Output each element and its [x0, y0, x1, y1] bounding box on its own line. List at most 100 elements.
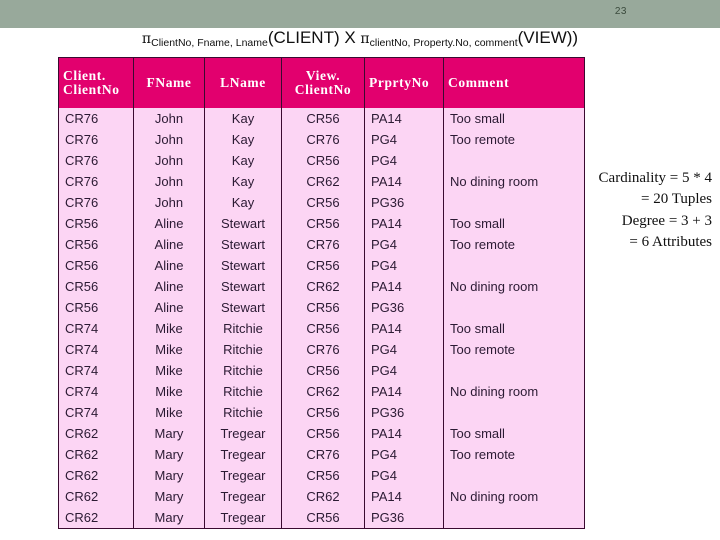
cell-lname: Stewart — [204, 276, 282, 297]
cell-prprtyno: PA14 — [364, 171, 444, 192]
view-relation-label: (VIEW)) — [517, 28, 579, 47]
cell-prprtyno: PA14 — [364, 486, 444, 507]
cell-client-clientno: CR62 — [58, 444, 134, 465]
slide-number: 23 — [614, 6, 627, 17]
cell-prprtyno: PG4 — [364, 465, 444, 486]
cell-fname: Mike — [133, 318, 205, 339]
cell-view-clientno: CR56 — [281, 192, 365, 213]
cell-lname: Stewart — [204, 213, 282, 234]
cell-fname: Aline — [133, 234, 205, 255]
cell-view-clientno: CR56 — [281, 423, 365, 444]
cell-prprtyno: PG4 — [364, 360, 444, 381]
cell-prprtyno: PG4 — [364, 339, 444, 360]
cell-client-clientno: CR74 — [58, 360, 134, 381]
cell-lname: Tregear — [204, 444, 282, 465]
cell-lname: Ritchie — [204, 318, 282, 339]
cell-comment: Too small — [443, 318, 585, 339]
cell-comment: Too small — [443, 108, 585, 129]
cell-comment: Too remote — [443, 339, 585, 360]
cell-view-clientno: CR62 — [281, 171, 365, 192]
table-row: CR56 Aline Stewart CR62 PA14 No dining room — [58, 276, 585, 297]
cell-prprtyno: PG36 — [364, 192, 444, 213]
cell-fname: John — [133, 150, 205, 171]
client-relation-label: (CLIENT) X — [267, 28, 361, 47]
cell-fname: Mary — [133, 486, 205, 507]
cell-client-clientno: CR74 — [58, 318, 134, 339]
cell-view-clientno: CR56 — [281, 150, 365, 171]
cell-lname: Tregear — [204, 465, 282, 486]
cell-lname: Kay — [204, 150, 282, 171]
cell-client-clientno: CR76 — [58, 171, 134, 192]
cell-lname: Ritchie — [204, 339, 282, 360]
cell-view-clientno: CR76 — [281, 444, 365, 465]
cartesian-product-result-table: Client. ClientNo FName LName View. Clien… — [58, 57, 585, 529]
cell-prprtyno: PG4 — [364, 150, 444, 171]
cell-prprtyno: PG36 — [364, 507, 444, 529]
cell-fname: Mike — [133, 339, 205, 360]
table-row: CR74 Mike Ritchie CR56 PA14 Too small — [58, 318, 585, 339]
cell-lname: Ritchie — [204, 402, 282, 423]
cell-client-clientno: CR62 — [58, 507, 134, 529]
column-header-fname: FName — [133, 57, 205, 108]
cell-fname: John — [133, 192, 205, 213]
cell-prprtyno: PG4 — [364, 129, 444, 150]
cell-client-clientno: CR56 — [58, 213, 134, 234]
cell-fname: John — [133, 108, 205, 129]
cell-comment — [443, 465, 585, 486]
cell-client-clientno: CR56 — [58, 276, 134, 297]
cell-prprtyno: PA14 — [364, 318, 444, 339]
table-row: CR76 John Kay CR76 PG4 Too remote — [58, 129, 585, 150]
cell-view-clientno: CR76 — [281, 129, 365, 150]
cell-prprtyno: PA14 — [364, 381, 444, 402]
cell-client-clientno: CR62 — [58, 423, 134, 444]
pi-symbol-left: π — [141, 31, 152, 47]
cell-comment — [443, 360, 585, 381]
cell-client-clientno: CR76 — [58, 192, 134, 213]
table-header: Client. ClientNo FName LName View. Clien… — [58, 57, 585, 108]
header-line-view-prefix: View. — [305, 67, 341, 83]
cardinality-degree-annotation: Cardinality = 5 * 4 = 20 Tuples Degree =… — [512, 168, 712, 253]
table-row: CR56 Aline Stewart CR56 PG36 — [58, 297, 585, 318]
cell-fname: John — [133, 129, 205, 150]
table-row: CR62 Mary Tregear CR76 PG4 Too remote — [58, 444, 585, 465]
cell-view-clientno: CR76 — [281, 234, 365, 255]
cell-lname: Ritchie — [204, 360, 282, 381]
cell-lname: Kay — [204, 171, 282, 192]
cell-prprtyno: PG4 — [364, 255, 444, 276]
cell-prprtyno: PG36 — [364, 402, 444, 423]
cell-lname: Stewart — [204, 255, 282, 276]
cell-prprtyno: PG36 — [364, 297, 444, 318]
cell-lname: Stewart — [204, 234, 282, 255]
cell-view-clientno: CR56 — [281, 465, 365, 486]
cell-lname: Stewart — [204, 297, 282, 318]
column-header-lname: LName — [204, 57, 282, 108]
header-line-view-field: ClientNo — [294, 82, 352, 97]
cell-prprtyno: PA14 — [364, 423, 444, 444]
cell-comment — [443, 297, 585, 318]
pi-symbol-right: π — [360, 31, 370, 47]
column-header-view-clientno: View. ClientNo — [281, 57, 365, 108]
cell-lname: Kay — [204, 192, 282, 213]
table-row: CR74 Mike Ritchie CR56 PG36 — [58, 402, 585, 423]
cell-lname: Kay — [204, 129, 282, 150]
cell-fname: Aline — [133, 255, 205, 276]
table-row: CR76 John Kay CR56 PG36 — [58, 192, 585, 213]
cell-fname: Aline — [133, 276, 205, 297]
cell-fname: Mike — [133, 402, 205, 423]
cell-comment: Too remote — [443, 444, 585, 465]
cell-prprtyno: PA14 — [364, 276, 444, 297]
cell-lname: Ritchie — [204, 381, 282, 402]
cell-fname: Mary — [133, 423, 205, 444]
cell-fname: Mary — [133, 465, 205, 486]
cell-fname: Mary — [133, 444, 205, 465]
cell-comment: Too remote — [443, 129, 585, 150]
cell-view-clientno: CR56 — [281, 318, 365, 339]
table-row: CR56 Aline Stewart CR76 PG4 Too remote — [58, 234, 585, 255]
header-line-client-field: ClientNo — [63, 82, 120, 97]
cell-client-clientno: CR76 — [58, 150, 134, 171]
cell-view-clientno: CR56 — [281, 507, 365, 529]
cell-client-clientno: CR56 — [58, 234, 134, 255]
cell-client-clientno: CR56 — [58, 255, 134, 276]
cell-fname: John — [133, 171, 205, 192]
cell-comment — [443, 507, 585, 529]
